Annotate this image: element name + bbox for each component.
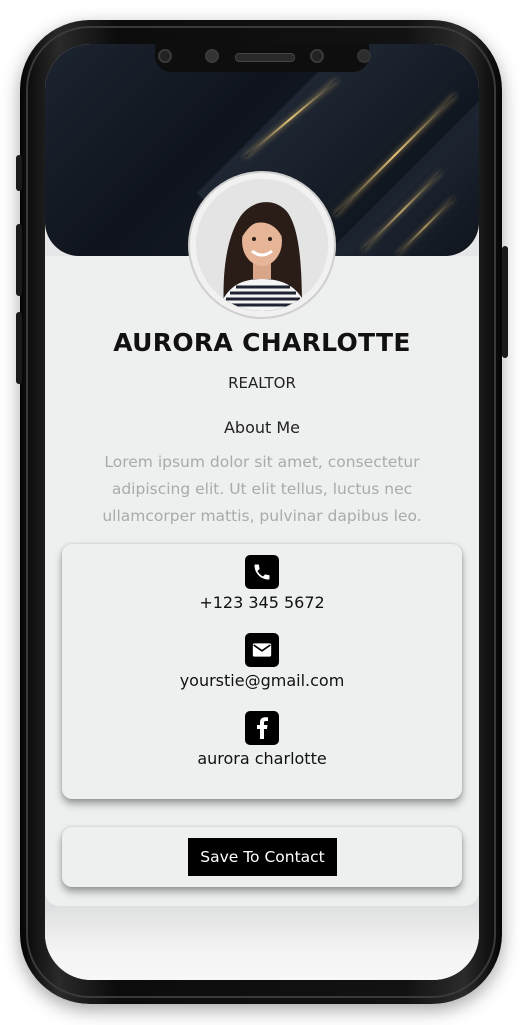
phone-icon[interactable] — [245, 555, 279, 589]
phone-power-button — [502, 246, 508, 358]
profile-title: REALTOR — [228, 374, 296, 392]
phone-screen: AURORA CHARLOTTE REALTOR About Me Lorem … — [45, 44, 479, 980]
phone-silent-switch — [16, 155, 22, 191]
save-contact-box: Save To Contact — [62, 827, 462, 887]
envelope-icon-glyph — [252, 643, 272, 657]
profile-photo — [196, 179, 328, 311]
phone-icon-glyph — [254, 564, 270, 580]
phone-volume-down-button — [16, 312, 22, 384]
phone-notch — [155, 44, 371, 72]
facebook-icon[interactable] — [245, 711, 279, 745]
camera-icon — [310, 49, 324, 63]
sensor-icon — [357, 49, 371, 63]
profile-name: AURORA CHARLOTTE — [113, 328, 411, 357]
contact-details-box: +123 345 5672 yourstie@gmail.com aurora … — [62, 544, 462, 799]
earpiece-speaker — [235, 53, 295, 62]
screen-bottom-area — [45, 906, 479, 980]
phone-volume-up-button — [16, 224, 22, 296]
avatar — [196, 179, 328, 311]
about-heading: About Me — [223, 418, 301, 437]
envelope-icon[interactable] — [245, 633, 279, 667]
avatar-frame — [190, 173, 334, 317]
sensor-icon — [158, 49, 172, 63]
facebook-icon-glyph — [257, 717, 268, 739]
camera-icon — [205, 49, 219, 63]
email-address[interactable]: yourstie@gmail.com — [62, 671, 462, 690]
phone-number[interactable]: +123 345 5672 — [62, 593, 462, 612]
facebook-name[interactable]: aurora charlotte — [62, 749, 462, 768]
save-to-contact-button[interactable]: Save To Contact — [188, 838, 337, 876]
about-text: Lorem ipsum dolor sit amet, consectetur … — [102, 453, 422, 525]
